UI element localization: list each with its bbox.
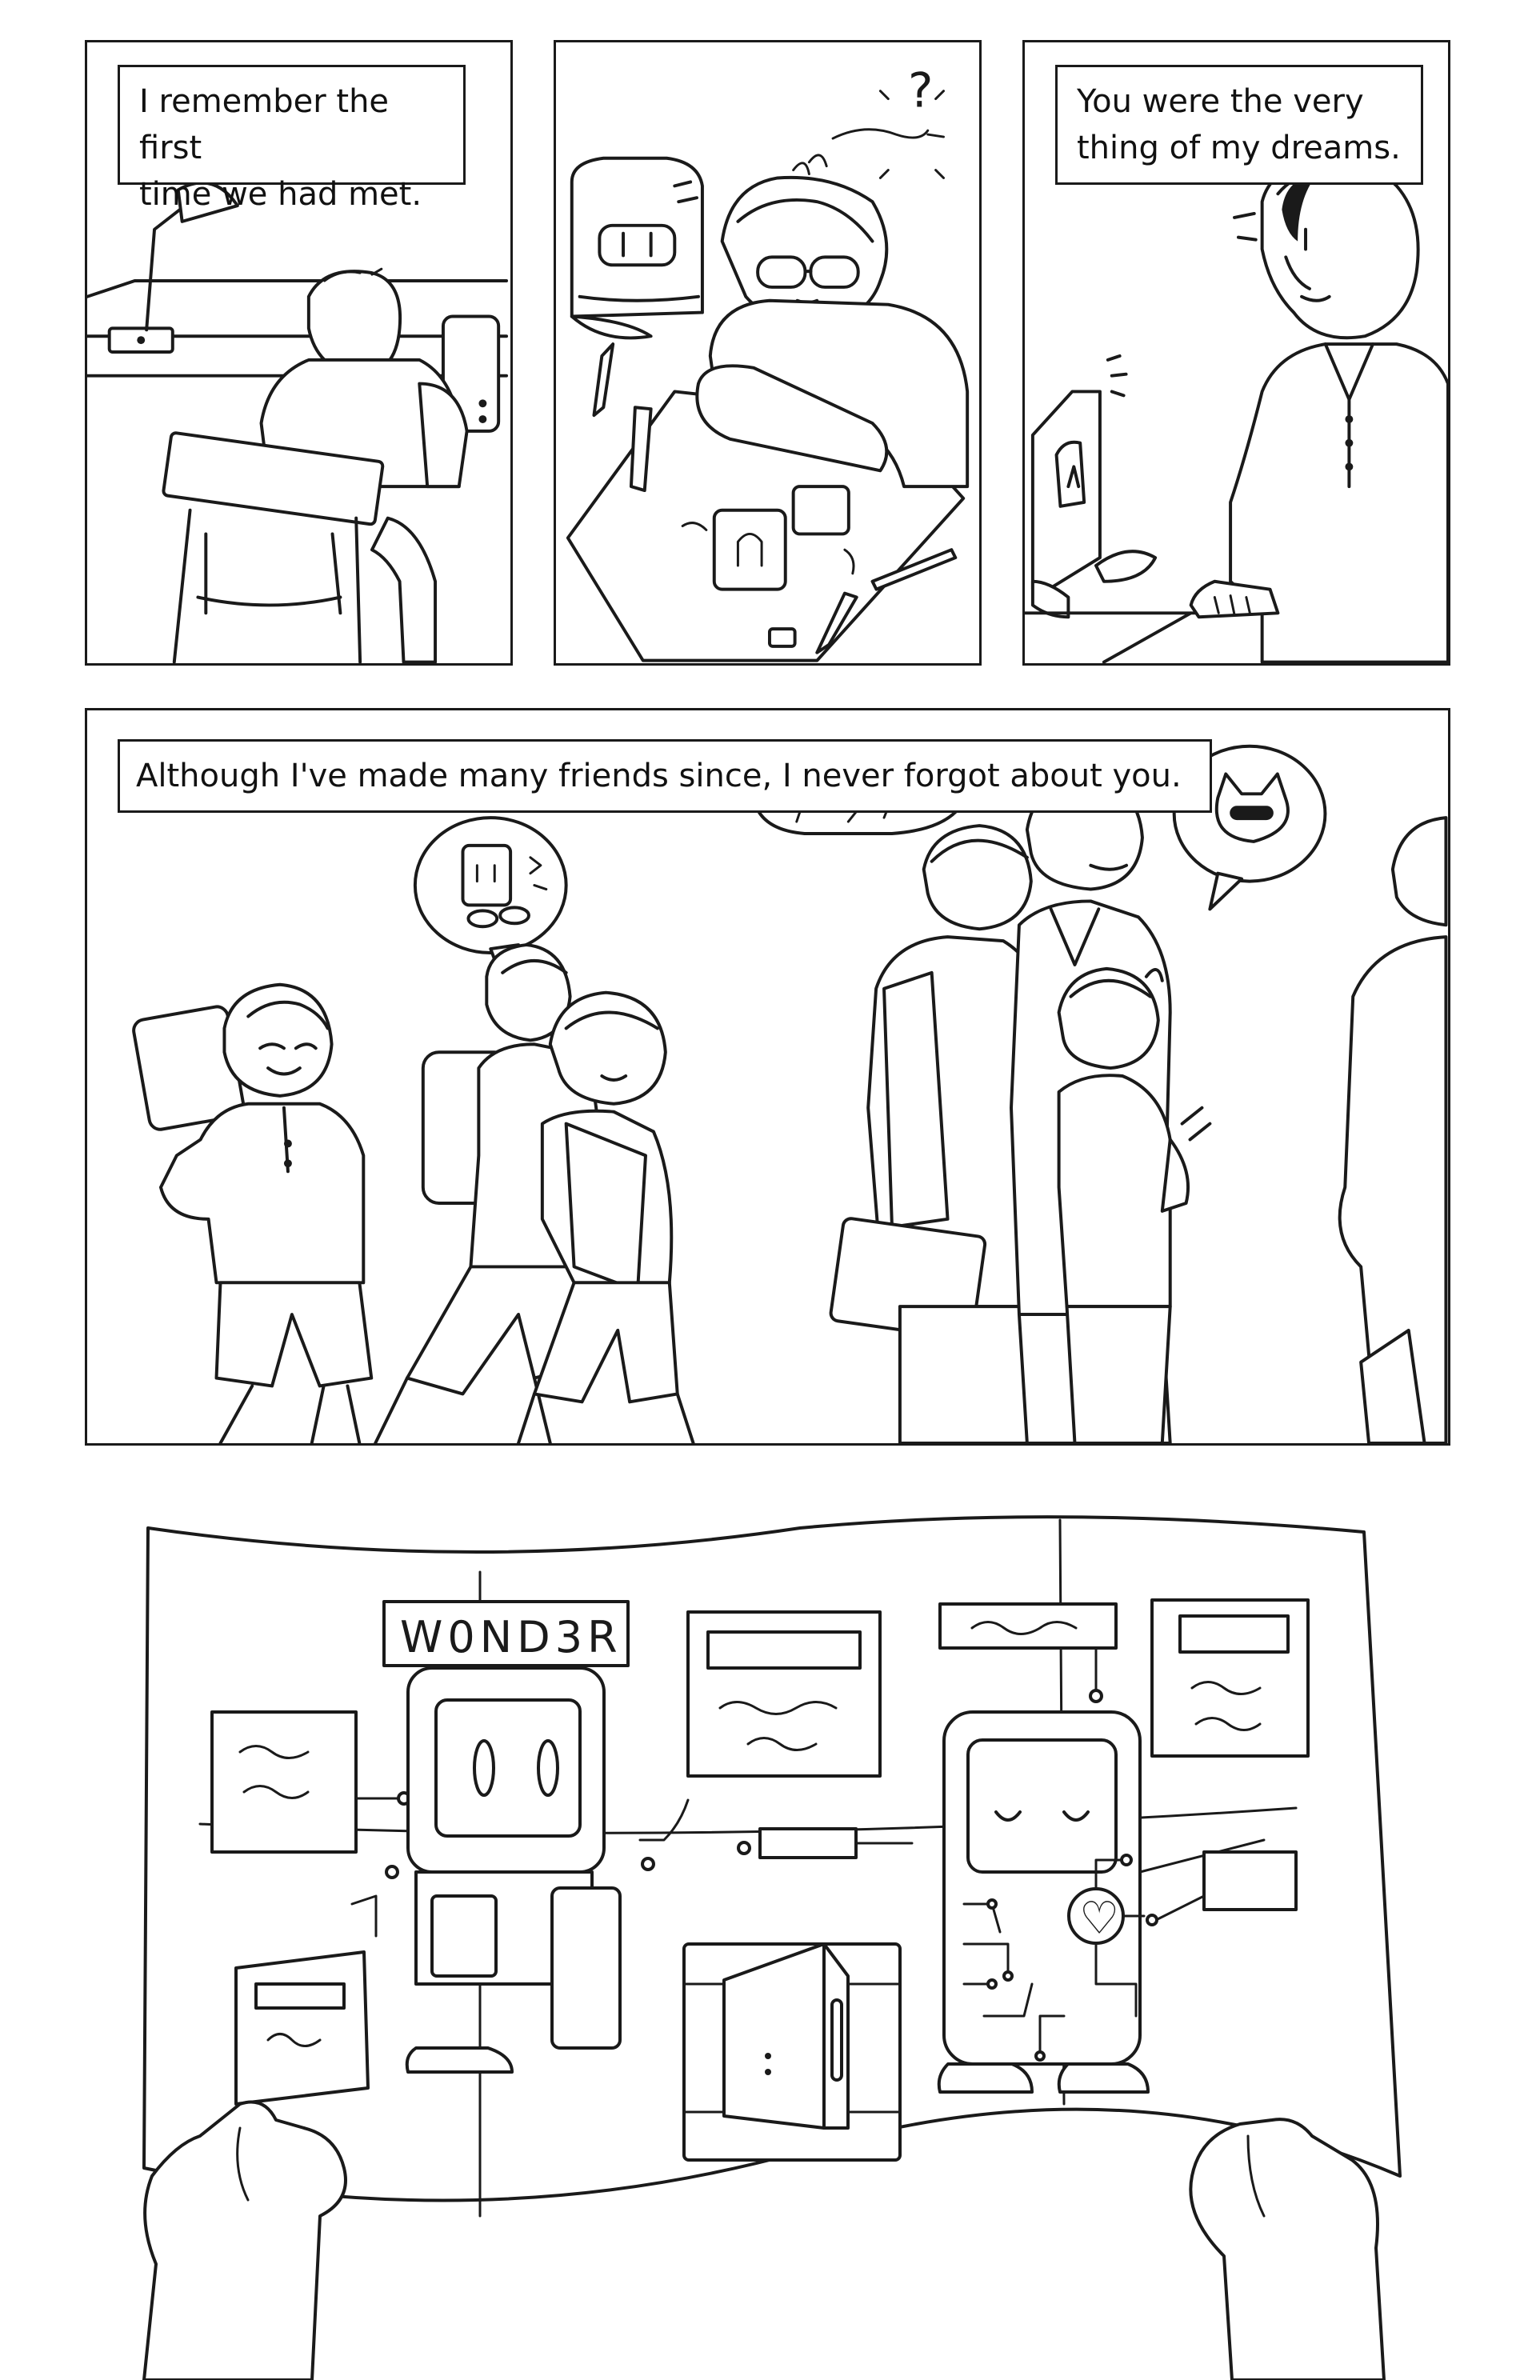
heart-icon: ♡ (1067, 1887, 1125, 1945)
friend-6 (1057, 966, 1212, 1443)
panel3-caption: You were the very thing of my dreams. (1055, 65, 1423, 185)
panel1-caption: I remember the first time we had met. (118, 65, 466, 213)
heart-symbol: ♡ (1079, 1893, 1119, 1945)
poster-blueprint: W0ND3R ♡ (142, 1515, 1402, 2380)
panel-drawing: ? (554, 40, 982, 666)
panel-dream: You were the very thing of my dreams. (1022, 40, 1450, 666)
panel4-caption: Although I've made many friends since, I… (118, 739, 1212, 813)
poster-title: W0ND3R (400, 1612, 622, 1662)
question-mark: ? (908, 62, 933, 118)
panel-drawing-art: ? (566, 62, 970, 662)
friend-1 (132, 982, 374, 1443)
comic-page: I remember the first time we had met. ? (0, 0, 1540, 2380)
friend-7 (1338, 816, 1448, 1443)
panel-friends: Although I've made many friends since, I… (85, 708, 1450, 1446)
panel-friends-art (132, 744, 1448, 1443)
panel-desk: I remember the first time we had met. (85, 40, 513, 666)
